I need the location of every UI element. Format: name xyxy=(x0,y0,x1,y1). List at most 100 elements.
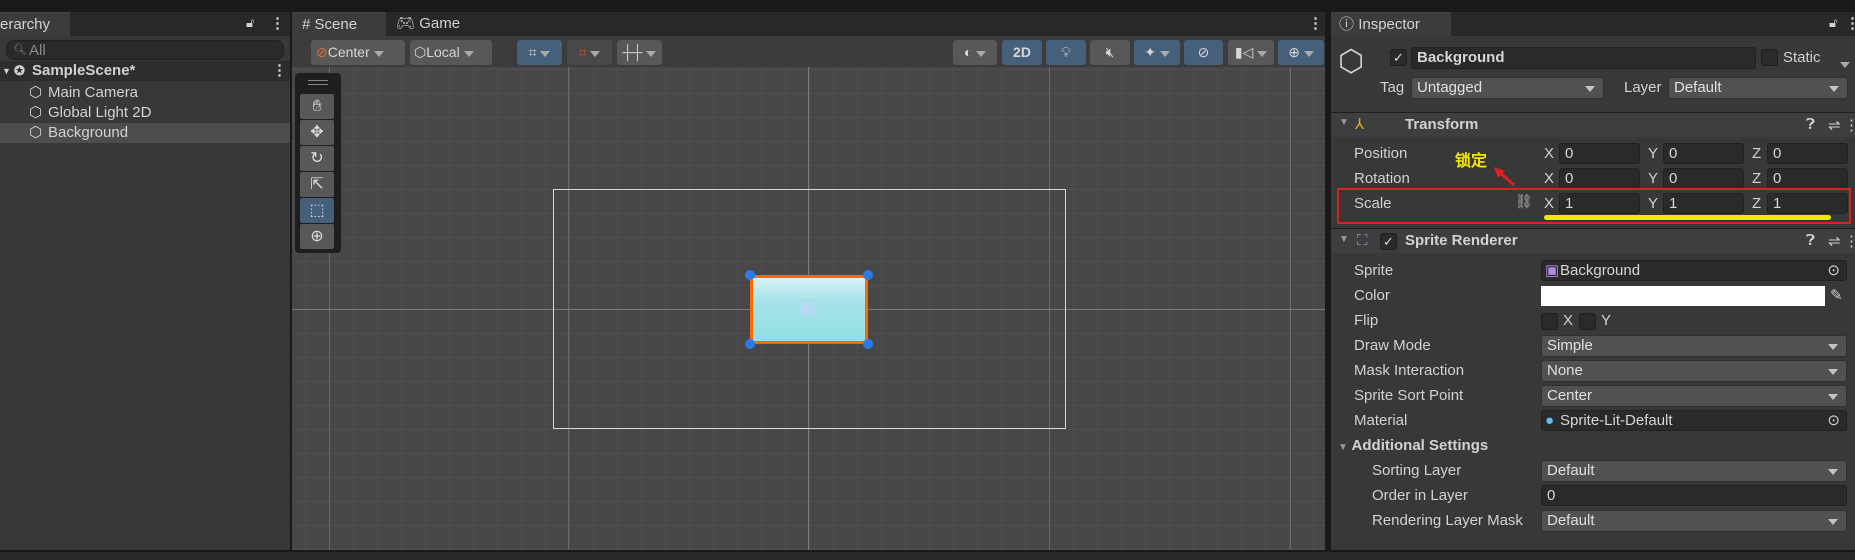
transform-header[interactable]: ▼ ⅄ Transform ❓︎ ⇌ ⋮ xyxy=(1331,112,1855,137)
hierarchy-panel: erarchy 🔓︎ ⋮ 🔍︎ All ▼ ✪ SampleScene* ⋮ ⬡… xyxy=(0,12,290,550)
item-label: Main Camera xyxy=(48,84,139,101)
order-in-layer-label: Order in Layer xyxy=(1372,487,1468,504)
object-picker-icon[interactable]: ⊙ xyxy=(1827,411,1840,430)
rendering-layer-mask-dropdown[interactable]: Default xyxy=(1541,510,1847,532)
scene-viewport[interactable]: ◍ ✋︎ ✥ ↻ ⇱ ⬚ ⊕ xyxy=(292,67,1325,550)
transform-z-input[interactable]: 0 xyxy=(1767,168,1848,189)
hierarchy-search-input[interactable]: 🔍︎ All xyxy=(6,40,284,60)
scene-root[interactable]: ▼ ✪ SampleScene* ⋮ xyxy=(0,61,290,81)
shading-mode-dropdown[interactable]: ◐ xyxy=(953,40,997,65)
draw-mode-dropdown[interactable]: Simple xyxy=(1541,335,1847,357)
name-input[interactable]: Background xyxy=(1411,47,1756,69)
transform-y-input[interactable]: 0 xyxy=(1663,168,1744,189)
more-icon[interactable]: ⋮ xyxy=(1308,14,1323,32)
layer-dropdown[interactable]: Default xyxy=(1668,77,1848,99)
eyedropper-icon[interactable]: ✎ xyxy=(1830,286,1843,304)
grid-snap-toggle[interactable]: ⌗ xyxy=(517,40,562,65)
gizmos-dropdown[interactable]: ⊕ xyxy=(1278,40,1324,65)
effects-dropdown[interactable]: ✦ xyxy=(1134,40,1180,65)
static-dropdown-arrow[interactable] xyxy=(1840,55,1850,72)
background-sprite[interactable]: ◍ xyxy=(750,275,868,344)
static-checkbox[interactable] xyxy=(1761,49,1778,66)
hierarchy-item-selected[interactable]: ⬡ Background xyxy=(0,123,290,143)
mask-interaction-dropdown[interactable]: None xyxy=(1541,360,1847,382)
pivot-center-dropdown[interactable]: ⊘Center xyxy=(311,40,405,65)
scene-more-icon[interactable]: ⋮ xyxy=(272,61,287,81)
space-local-dropdown[interactable]: ⬡Local xyxy=(410,40,492,65)
label: Additional Settings xyxy=(1351,437,1489,454)
scene-panel: # Scene 🎮︎ Game ⋮ ⊘Center ⬡Local ⌗ ⌗ ┼┼ … xyxy=(292,12,1325,550)
gizmo-icon: ⊕ xyxy=(1288,44,1300,60)
more-icon[interactable]: ⋮ xyxy=(270,14,285,32)
tag-dropdown[interactable]: Untagged xyxy=(1411,77,1604,99)
more-icon[interactable]: ⋮ xyxy=(1844,232,1855,250)
rect-handle[interactable] xyxy=(863,339,873,349)
scene-name: SampleScene* xyxy=(32,62,136,79)
lock-icon[interactable]: 🔓︎ xyxy=(246,15,254,31)
tab-game[interactable]: 🎮︎ Game xyxy=(396,12,460,36)
color-swatch[interactable] xyxy=(1541,286,1825,306)
hand-tool[interactable]: ✋︎ xyxy=(300,94,334,119)
scale-tool[interactable]: ⇱ xyxy=(300,172,334,197)
collapse-arrow-icon[interactable]: ▼ xyxy=(1339,234,1349,245)
rect-handle[interactable] xyxy=(863,270,873,280)
material-field[interactable]: ● Sprite-Lit-Default ⊙ xyxy=(1541,410,1847,431)
camera-dropdown[interactable]: ▮◁ xyxy=(1228,40,1274,65)
tab-scene[interactable]: # Scene xyxy=(292,12,386,36)
annotation-arrow xyxy=(1494,167,1515,187)
hierarchy-item[interactable]: ⬡ Global Light 2D xyxy=(0,103,290,123)
presets-icon[interactable]: ⇌ xyxy=(1828,232,1841,250)
overlay-drag-handle[interactable] xyxy=(308,80,328,85)
flip-y-checkbox[interactable] xyxy=(1579,313,1596,330)
flip-x-checkbox[interactable] xyxy=(1541,313,1558,330)
ruler-dropdown[interactable]: ┼┼ xyxy=(617,40,662,65)
layer-label: Layer xyxy=(1624,79,1662,96)
lock-icon[interactable]: 🔓︎ xyxy=(1829,15,1837,31)
transform-x-input[interactable]: 0 xyxy=(1559,168,1640,189)
sorting-layer-dropdown[interactable]: Default xyxy=(1541,460,1847,482)
constrain-proportions-icon[interactable]: ⛓︎ xyxy=(1515,193,1533,210)
rect-handle[interactable] xyxy=(745,339,755,349)
value: Background xyxy=(1560,262,1641,279)
rect-tool[interactable]: ⬚ xyxy=(300,198,334,223)
grid-icon: # xyxy=(302,16,311,33)
active-checkbox[interactable]: ✓ xyxy=(1390,49,1407,66)
transform-y-input[interactable]: 0 xyxy=(1663,143,1744,164)
more-icon[interactable]: ⋮ xyxy=(1845,14,1855,32)
help-icon[interactable]: ❓︎ xyxy=(1806,116,1815,133)
collapse-arrow-icon[interactable]: ▼ xyxy=(1339,117,1349,128)
tab-inspector[interactable]: ⓘ Inspector xyxy=(1331,12,1451,36)
sprite-renderer-header[interactable]: ▼ ⛶ ✓ Sprite Renderer ❓︎ ⇌ ⋮ xyxy=(1331,228,1855,253)
transform-tool[interactable]: ⊕ xyxy=(300,224,334,249)
transform-z-input[interactable]: 0 xyxy=(1767,143,1848,164)
rect-handle[interactable] xyxy=(745,270,755,280)
cube-icon: ⬡ xyxy=(414,44,427,60)
additional-settings-foldout[interactable]: ▼ Additional Settings xyxy=(1338,435,1488,456)
value: Sprite-Lit-Default xyxy=(1560,412,1673,429)
item-label: Global Light 2D xyxy=(48,104,152,121)
tools-overlay: ✋︎ ✥ ↻ ⇱ ⬚ ⊕ xyxy=(295,73,341,253)
sprite-field[interactable]: ▣ Background ⊙ xyxy=(1541,260,1847,281)
audio-toggle[interactable]: 🔇︎ xyxy=(1090,40,1130,65)
increment-snap-toggle[interactable]: ⌗ xyxy=(567,40,612,65)
axis-label: Y xyxy=(1648,170,1659,187)
expand-arrow-icon[interactable]: ▼ xyxy=(2,61,11,81)
component-title: Transform xyxy=(1405,116,1479,133)
tab-hierarchy[interactable]: erarchy xyxy=(0,12,70,36)
rotate-tool[interactable]: ↻ xyxy=(300,146,334,171)
hierarchy-item[interactable]: ⬡ Main Camera xyxy=(0,83,290,103)
help-icon[interactable]: ❓︎ xyxy=(1806,232,1815,249)
object-picker-icon[interactable]: ⊙ xyxy=(1827,261,1840,280)
transform-x-input[interactable]: 0 xyxy=(1559,143,1640,164)
sort-point-dropdown[interactable]: Center xyxy=(1541,385,1847,407)
mute-icon: 🔇︎ xyxy=(1105,44,1115,60)
presets-icon[interactable]: ⇌ xyxy=(1828,116,1841,134)
hidden-objects-toggle[interactable]: ⊘ xyxy=(1184,40,1223,65)
enabled-checkbox[interactable]: ✓ xyxy=(1380,233,1397,250)
more-icon[interactable]: ⋮ xyxy=(1844,116,1855,134)
2d-toggle[interactable]: 2D xyxy=(1002,40,1042,65)
lighting-toggle[interactable]: 💡︎ xyxy=(1046,40,1086,65)
move-tool[interactable]: ✥ xyxy=(300,120,334,145)
order-in-layer-input[interactable]: 0 xyxy=(1541,485,1847,506)
gameobject-icon[interactable]: ⬡ xyxy=(1338,44,1364,79)
